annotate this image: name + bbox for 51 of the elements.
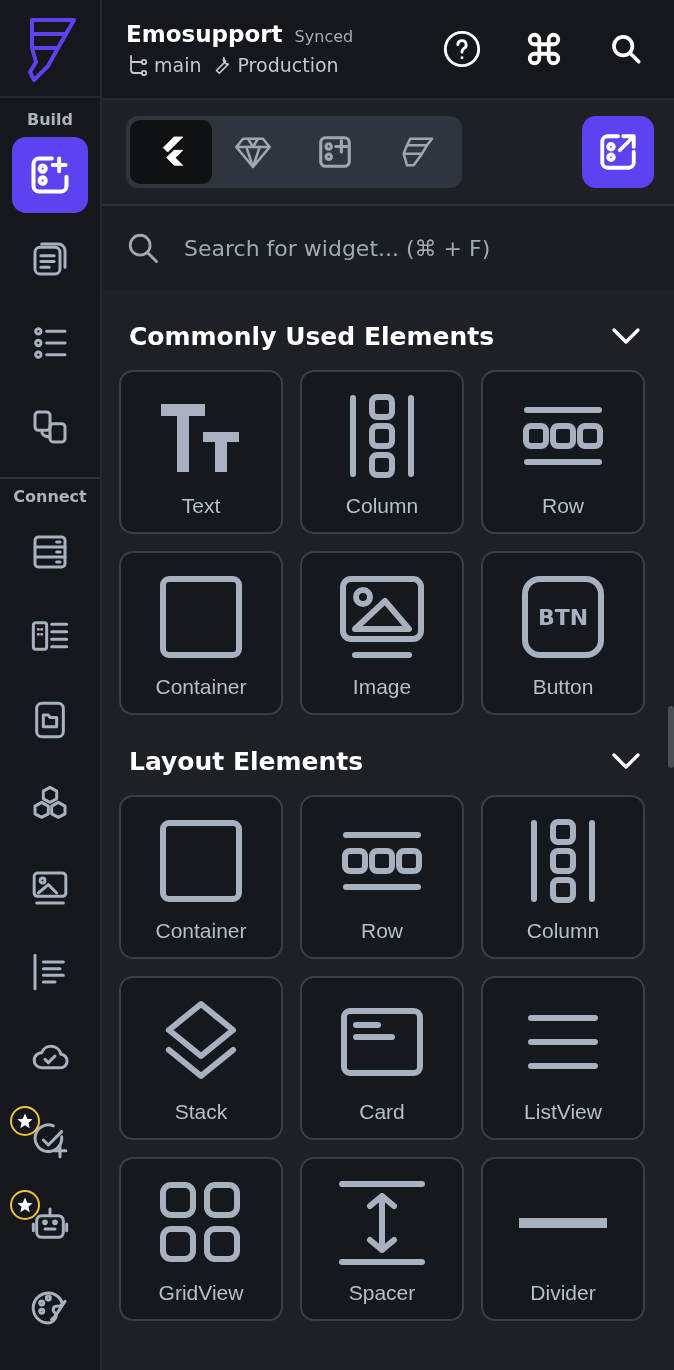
widget-export-icon [597,131,639,173]
section-header[interactable]: Layout Elements [118,715,658,795]
list-view-icon [527,1012,599,1072]
column-layout-icon [347,392,417,480]
section-header[interactable]: Commonly Used Elements [118,290,658,370]
search-field[interactable]: Search for widget... (⌘ + F) [102,206,674,290]
row-layout-icon [340,829,424,893]
grid-view-icon [159,1181,243,1265]
search-icon [126,231,160,265]
card-icon [340,1007,424,1077]
widget-card[interactable]: Column [300,370,464,534]
widget-card[interactable]: Image [300,551,464,715]
widget-card[interactable]: Divider [481,1157,645,1321]
rail-section-label: Connect [13,487,87,506]
project-name: Emosupport [126,21,283,47]
column-layout-icon [528,817,598,905]
help-icon [442,29,482,69]
widget-card[interactable]: Stack [119,976,283,1140]
container-square-icon [159,575,243,659]
widget-card[interactable]: BTN Button [481,551,645,715]
widget-card[interactable]: Row [481,370,645,534]
widget-search-field[interactable]: Search for widget... (⌘ + F) [182,234,650,262]
widget-card[interactable]: GridView [119,1157,283,1321]
widget-card[interactable]: ListView [481,976,645,1140]
rail-section-label: Build [27,110,73,129]
widgets-add-icon [28,153,72,197]
search-icon [609,32,643,66]
divider-line-icon [517,1217,609,1229]
row-layout-icon [521,404,605,468]
environment-name[interactable]: Production [237,54,339,76]
section-title: Commonly Used Elements [129,321,495,351]
section-title: Layout Elements [129,746,364,776]
library-tab[interactable] [130,120,212,184]
button-widget-icon: BTN [522,576,604,658]
widget-card[interactable]: Card [300,976,464,1140]
widgets-add-icon [316,133,354,171]
widget-card[interactable]: Container [119,551,283,715]
widget-card[interactable]: Container [119,795,283,959]
scrollbar-thumb[interactable] [668,706,674,768]
widget-card[interactable]: Row [300,795,464,959]
image-icon [339,575,425,659]
sync-status: Synced [294,27,354,46]
command-icon [525,30,563,68]
rail-nav-button[interactable] [12,137,88,213]
container-square-icon [159,819,243,903]
export-widget-button[interactable] [582,116,654,188]
widget-card[interactable]: Column [481,795,645,959]
spacer-icon [339,1180,425,1266]
widget-card[interactable]: Spacer [300,1157,464,1321]
branch-name[interactable]: main [154,54,202,76]
widget-card[interactable]: Text [119,370,283,534]
